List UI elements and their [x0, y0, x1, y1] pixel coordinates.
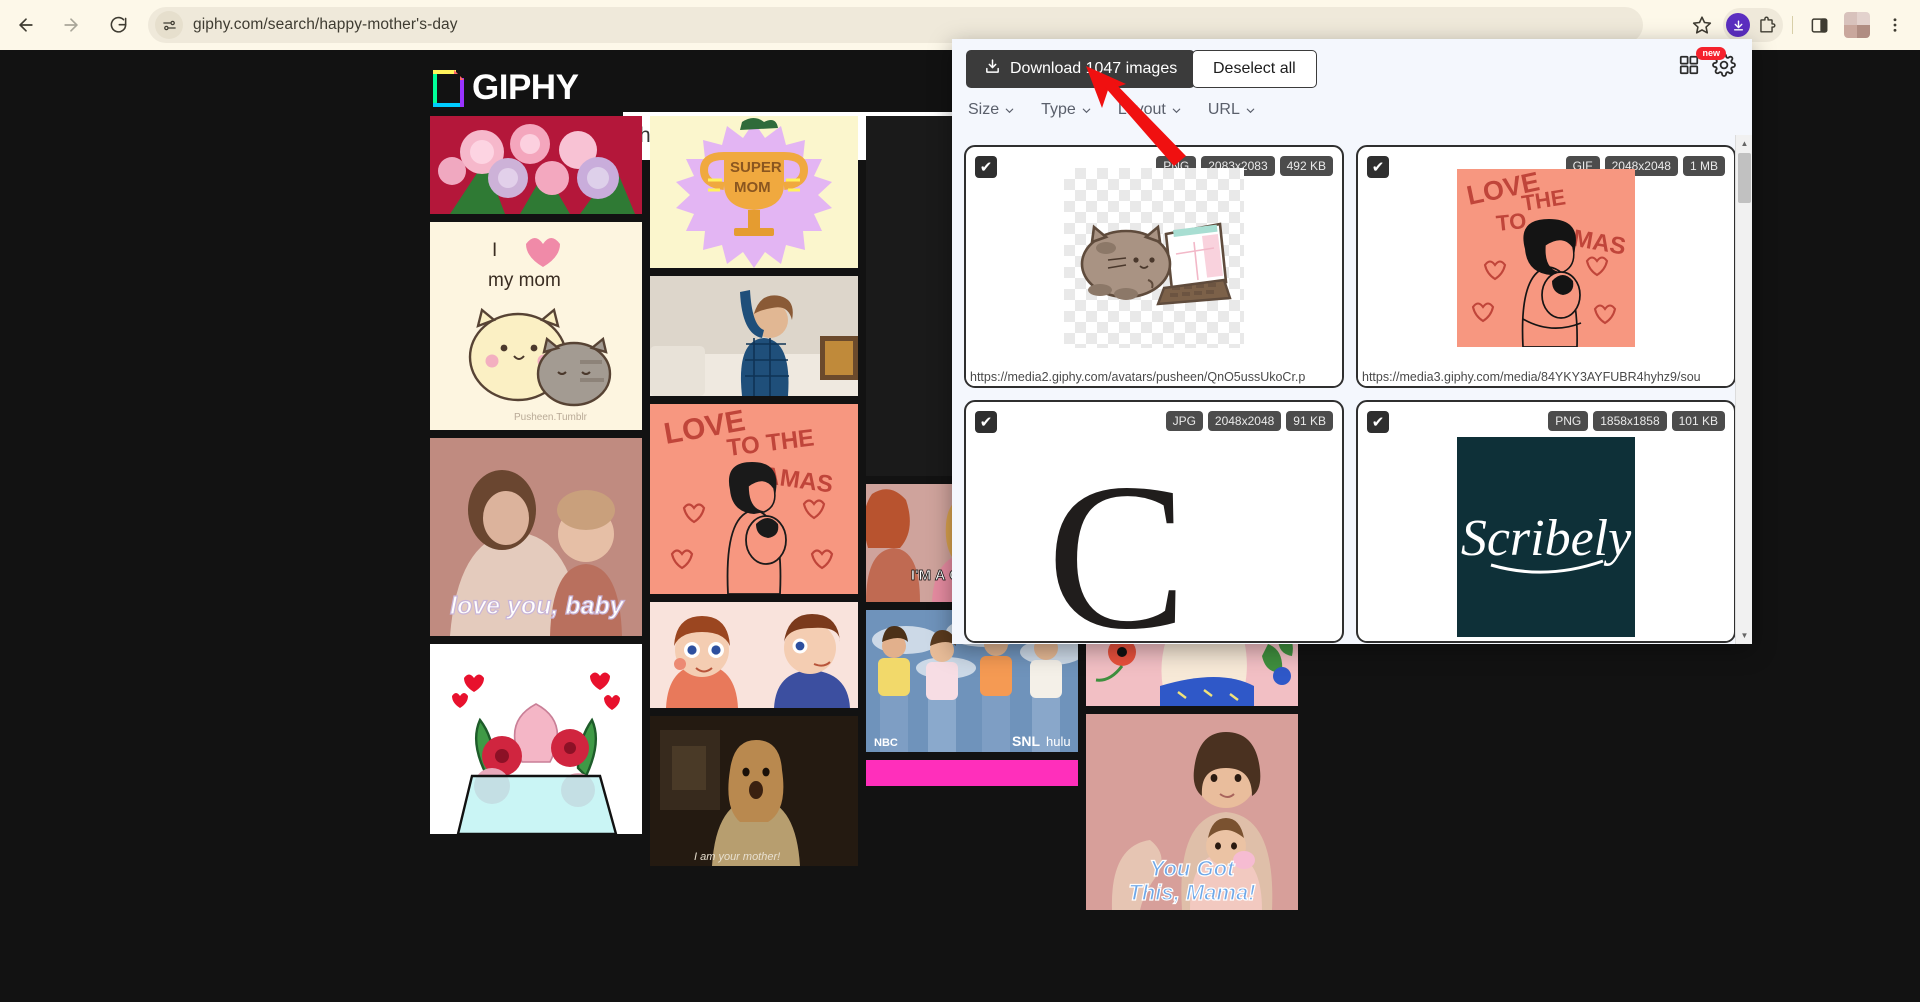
site-settings-icon[interactable] — [155, 11, 183, 39]
chevron-down-icon — [1082, 108, 1091, 113]
new-badge: new — [1696, 47, 1726, 60]
transparency-checkerboard — [1064, 167, 1244, 348]
card-tags: JPG 2048x2048 91 KB — [1165, 411, 1333, 431]
extensions-puzzle-icon[interactable] — [1752, 11, 1780, 39]
svg-text:hulu: hulu — [1046, 734, 1071, 749]
card-url — [966, 637, 1342, 641]
giphy-logo[interactable]: GIPHY — [433, 68, 579, 108]
grid-column: I my mom Pusheen.Tumblr love you, baby — [430, 116, 642, 1002]
download-tray-icon — [984, 58, 1001, 80]
card-dimensions-tag: 2048x2048 — [1207, 411, 1282, 431]
filter-url[interactable]: URL — [1208, 101, 1256, 119]
image-card[interactable]: ✔ JPG 2048x2048 91 KB C — [964, 400, 1344, 643]
image-downloader-extension-panel: Download 1047 images Deselect all new Si… — [952, 39, 1752, 644]
gif-tile[interactable] — [866, 760, 1078, 786]
reload-button[interactable] — [103, 10, 133, 40]
svg-text:You Got: You Got — [1150, 856, 1236, 881]
svg-text:C: C — [1047, 442, 1187, 642]
card-filesize-tag: 101 KB — [1671, 411, 1725, 431]
svg-text:Scribely: Scribely — [1461, 510, 1632, 567]
filter-layout[interactable]: Layout — [1118, 101, 1182, 119]
gif-tile[interactable] — [430, 644, 642, 834]
svg-text:MOM: MOM — [734, 179, 771, 196]
svg-text:NBC: NBC — [874, 737, 898, 749]
giphy-wordmark: GIPHY — [472, 68, 579, 107]
download-images-button[interactable]: Download 1047 images — [966, 50, 1196, 88]
gif-tile[interactable] — [650, 276, 858, 396]
toolbar-divider — [1792, 16, 1793, 34]
svg-text:love you, baby: love you, baby — [450, 592, 625, 620]
extension-header-icons: new — [1678, 47, 1736, 82]
filter-size[interactable]: Size — [968, 101, 1015, 119]
card-checkbox[interactable]: ✔ — [1367, 411, 1389, 433]
back-button[interactable] — [11, 10, 41, 40]
deselect-all-button[interactable]: Deselect all — [1192, 50, 1317, 88]
gif-tile[interactable] — [650, 602, 858, 708]
svg-text:I am your mother!: I am your mother! — [694, 851, 780, 863]
scrollbar-down-arrow[interactable]: ▼ — [1736, 627, 1752, 644]
url-text: giphy.com/search/happy-mother's-day — [193, 16, 458, 33]
image-card[interactable]: ✔ PNG 1858x1858 101 KB Scribely — [1356, 400, 1736, 643]
card-url: https://media3.giphy.com/media/84YKY3AYF… — [1358, 368, 1734, 386]
giphy-logo-icon — [433, 69, 464, 107]
card-thumbnail: C — [966, 442, 1342, 642]
card-dimensions-tag: 1858x1858 — [1593, 411, 1667, 431]
card-url — [1358, 637, 1734, 641]
bookmark-star-icon[interactable] — [1685, 8, 1719, 42]
svg-text:my mom: my mom — [488, 270, 561, 291]
card-filesize-tag: 91 KB — [1286, 411, 1333, 431]
svg-text:SNL: SNL — [1012, 733, 1040, 749]
settings-button[interactable]: new — [1696, 47, 1736, 82]
chevron-down-icon — [1005, 108, 1014, 113]
grid-column: SUPER MOM LOVE TO THE MAMAS I am your mo… — [650, 116, 858, 1002]
avatar-image — [1844, 12, 1870, 38]
scrollbar-up-arrow[interactable]: ▲ — [1736, 135, 1752, 152]
image-card[interactable]: ✔ GIF 2048x2048 1 MB LOVE THE TO MAMAS h… — [1356, 145, 1736, 388]
svg-text:TO: TO — [1495, 207, 1528, 235]
chevron-down-icon — [1246, 108, 1255, 113]
svg-text:This, Mama!: This, Mama! — [1128, 880, 1255, 905]
download-button-label: Download 1047 images — [1010, 60, 1178, 77]
extensions-pill — [1723, 8, 1783, 42]
avatar[interactable] — [1840, 8, 1874, 42]
extension-scrollbar[interactable]: ▲ ▼ — [1735, 135, 1752, 644]
address-bar[interactable]: giphy.com/search/happy-mother's-day — [148, 7, 1643, 43]
toolbar-actions — [1685, 7, 1912, 43]
downloads-icon[interactable] — [1726, 13, 1750, 37]
extension-header: Download 1047 images Deselect all new — [952, 39, 1752, 97]
scrollbar-thumb[interactable] — [1738, 153, 1751, 203]
extension-filter-bar: Size Type Layout URL — [968, 101, 1256, 119]
gif-tile[interactable]: I am your mother! — [650, 716, 858, 866]
card-format-tag: JPG — [1165, 411, 1203, 431]
gif-tile[interactable]: SUPER MOM — [650, 116, 858, 268]
forward-button[interactable] — [56, 10, 86, 40]
svg-text:I: I — [492, 240, 497, 261]
gif-tile[interactable]: You Got This, Mama! — [1086, 714, 1298, 910]
grid-view-icon[interactable] — [1678, 54, 1700, 81]
svg-text:SUPER: SUPER — [730, 159, 782, 176]
card-tags: PNG 1858x1858 101 KB — [1548, 411, 1725, 431]
side-panel-icon[interactable] — [1802, 8, 1836, 42]
chevron-down-icon — [1172, 108, 1181, 113]
chrome-menu-icon[interactable] — [1878, 8, 1912, 42]
gif-tile[interactable]: I my mom Pusheen.Tumblr — [430, 222, 642, 430]
svg-text:Pusheen.Tumblr: Pusheen.Tumblr — [514, 412, 588, 423]
gif-tile[interactable] — [430, 116, 642, 214]
filter-type[interactable]: Type — [1041, 101, 1092, 119]
card-format-tag: PNG — [1548, 411, 1589, 431]
card-thumbnail — [966, 153, 1342, 362]
card-checkbox[interactable]: ✔ — [975, 411, 997, 433]
image-card[interactable]: ✔ PNG 2083x2083 492 KB https://media2.gi… — [964, 145, 1344, 388]
extension-results-grid: ✔ PNG 2083x2083 492 KB https://media2.gi… — [952, 135, 1752, 644]
card-thumbnail: LOVE THE TO MAMAS — [1358, 153, 1734, 362]
gif-tile[interactable]: love you, baby — [430, 438, 642, 636]
gif-tile[interactable]: LOVE TO THE MAMAS — [650, 404, 858, 594]
card-thumbnail: Scribely — [1358, 432, 1734, 641]
card-url: https://media2.giphy.com/avatars/pusheen… — [966, 368, 1342, 386]
